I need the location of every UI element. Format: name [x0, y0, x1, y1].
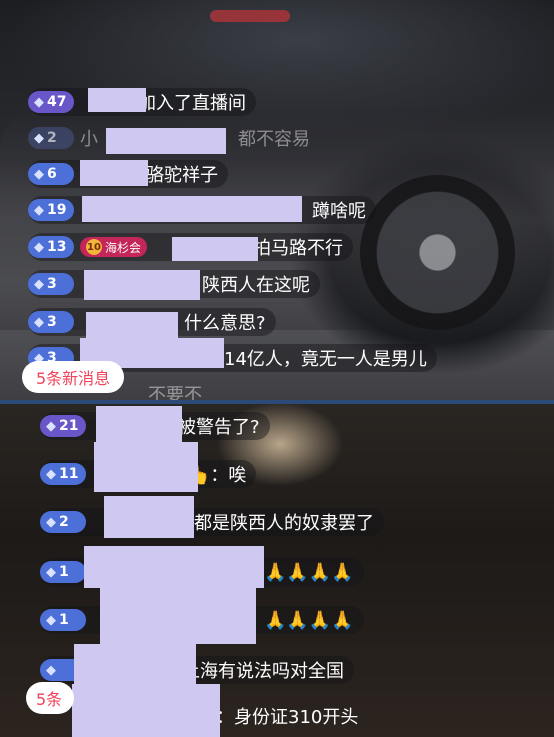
chat-message: 什么意思?	[184, 313, 266, 334]
gem-icon: ◆	[34, 314, 44, 330]
chat-message: 拍马路不行	[253, 238, 344, 259]
chat-message: 都不容易	[238, 129, 310, 150]
redacted-username	[84, 546, 264, 588]
redacted-username	[84, 270, 200, 300]
chat-message: 上海有说法吗对全国	[182, 661, 344, 682]
gem-icon: ◆	[34, 94, 44, 110]
chat-message: 14亿人，竟无一人是男儿	[224, 349, 427, 370]
chat-message: 都是陕西人的奴隶罢了	[194, 513, 374, 534]
redacted-username	[104, 496, 194, 538]
fan-club-name: 海杉会	[105, 240, 142, 255]
chat-message: 🙏🙏🙏🙏	[264, 561, 354, 583]
level-badge: ◆ 1	[40, 561, 86, 583]
gem-icon: ◆	[34, 276, 44, 292]
chat-message: 陕西人在这呢	[202, 275, 310, 296]
chat-message: 🙏🙏🙏🙏	[264, 609, 354, 631]
fan-club-badge: 10 海杉会	[80, 237, 148, 257]
redacted-username	[100, 588, 256, 644]
chat-message: 不要不	[148, 385, 202, 400]
gem-icon: ◆	[34, 166, 44, 182]
chat-username-fragment: 小	[80, 129, 98, 150]
redacted-username	[96, 406, 182, 444]
level-badge: ◆ 11	[40, 463, 86, 485]
level-badge: ◆ 3	[28, 311, 74, 333]
level-badge: ◆ 13	[28, 236, 74, 258]
fan-club-level: 10	[86, 239, 102, 255]
car-taillight	[210, 10, 290, 22]
redacted-username	[82, 196, 302, 222]
car-wheel	[360, 175, 515, 330]
redacted-username	[88, 88, 146, 112]
chat-row: ◆ 2 都是陕西人的奴隶罢了	[40, 508, 384, 536]
redacted-username	[74, 644, 196, 688]
level-badge: ◆ 19	[28, 199, 74, 221]
level-badge: ◆ 21	[40, 415, 86, 437]
level-badge: ◆ 2	[40, 511, 86, 533]
bottom-screenshot-panel: ◆ 21 被警告了? ◆ 11 👆：唉 ◆ 2 都是陕西人的奴隶罢了 ◆ 1 🙏🙏🙏🙏 …	[0, 404, 554, 737]
chat-message: ：身份证310开头	[216, 707, 359, 728]
redacted-username	[86, 312, 178, 338]
chat-message: 加入了直播间	[138, 93, 246, 114]
redacted-username	[72, 684, 220, 737]
chat-message: 蹲啥呢	[312, 201, 366, 222]
level-badge: ◆ 6	[28, 163, 74, 185]
gem-icon: ◆	[46, 418, 56, 434]
gem-icon: ◆	[34, 202, 44, 218]
new-messages-button[interactable]: 5条新消息	[22, 361, 125, 393]
redacted-username	[94, 442, 198, 492]
level-badge: ◆ 1	[40, 609, 86, 631]
new-messages-button[interactable]: 5条	[26, 682, 74, 714]
redacted-username	[172, 237, 258, 261]
level-badge: ◆ 3	[28, 273, 74, 295]
level-badge: ◆ 2	[28, 127, 74, 149]
gem-icon: ◆	[46, 564, 56, 580]
redacted-username	[80, 160, 148, 186]
redacted-username	[106, 128, 226, 154]
chat-message: 被警告了?	[178, 417, 260, 438]
level-badge: ◆ 47	[28, 91, 74, 113]
gem-icon: ◆	[46, 514, 56, 530]
gem-icon: ◆	[46, 662, 56, 678]
gem-icon: ◆	[34, 130, 44, 146]
gem-icon: ◆	[46, 466, 56, 482]
chat-message: 骆驼祥子	[146, 165, 218, 186]
gem-icon: ◆	[46, 612, 56, 628]
top-screenshot-panel: ◆ 47 加入了直播间 ◆ 2 小 都不容易 ◆ 6 骆驼祥子 ◆ 19 蹲啥呢 ◆ 13…	[0, 0, 554, 400]
gem-icon: ◆	[34, 239, 44, 255]
